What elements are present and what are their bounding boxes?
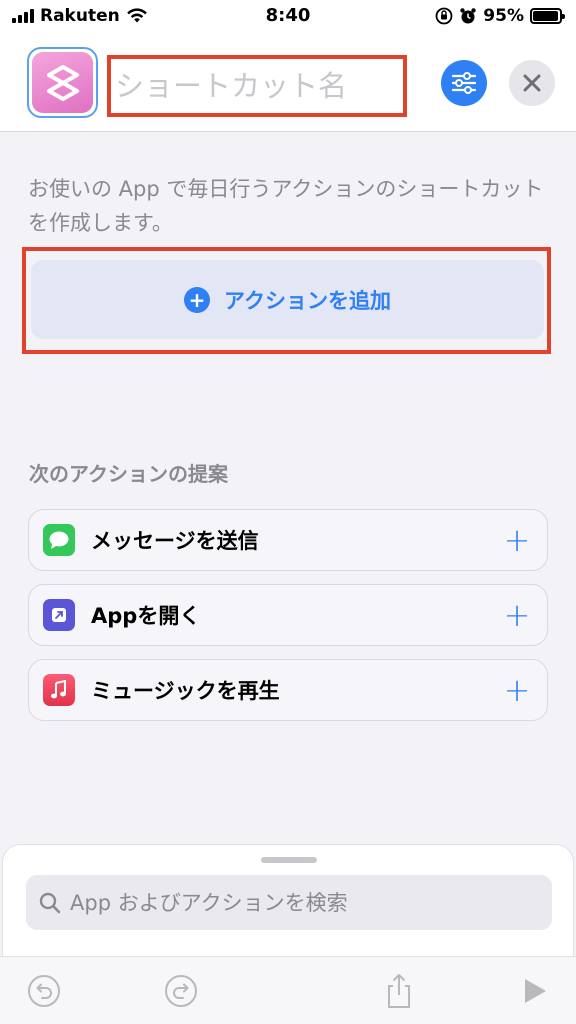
suggestion-play-music[interactable]: ミュージックを再生 + [28, 659, 548, 721]
settings-button[interactable] [441, 60, 487, 106]
action-search-sheet [2, 844, 574, 956]
search-icon [39, 892, 61, 913]
add-action-label: アクションを追加 [224, 288, 391, 313]
add-action-button[interactable]: + アクションを追加 [31, 260, 544, 339]
play-icon [525, 979, 546, 1003]
shortcut-icon-button[interactable] [27, 47, 98, 118]
search-input[interactable] [70, 890, 552, 915]
music-icon [43, 674, 75, 706]
messages-icon [43, 524, 75, 556]
bottom-toolbar [0, 956, 576, 1024]
undo-icon [28, 975, 60, 1007]
sheet-grabber[interactable] [261, 857, 317, 863]
plus-circle-icon: + [184, 286, 211, 313]
add-action-highlight: + アクションを追加 [22, 247, 551, 354]
add-suggestion-button[interactable]: + [497, 674, 537, 706]
shortcut-description: お使いの App で毎日行うアクションのショートカットを作成します。 [28, 177, 544, 235]
battery-percent: 95% [483, 6, 524, 26]
orientation-lock-icon [435, 7, 453, 25]
status-bar: Rakuten 8:40 95% [0, 0, 576, 34]
suggestion-send-message[interactable]: メッセージを送信 + [28, 509, 548, 571]
share-button[interactable] [379, 971, 419, 1011]
alarm-icon [460, 8, 476, 24]
shortcut-name-highlight [107, 55, 407, 117]
add-suggestion-button[interactable]: + [497, 524, 537, 556]
suggestion-label: ミュージックを再生 [91, 679, 280, 703]
shortcut-name-input[interactable] [111, 59, 403, 113]
status-right: 95% [435, 6, 565, 26]
suggestion-label: Appを開く [91, 604, 201, 628]
battery-icon [530, 8, 565, 24]
undo-button[interactable] [24, 971, 64, 1011]
run-button[interactable] [515, 971, 555, 1011]
shortcuts-icon [32, 52, 93, 113]
redo-button[interactable] [161, 971, 201, 1011]
suggestion-open-app[interactable]: Appを開く + [28, 584, 548, 646]
close-icon [523, 74, 541, 92]
shortcut-header [0, 34, 576, 132]
suggestions-title: 次のアクションの提案 [29, 462, 228, 486]
close-button[interactable] [509, 60, 555, 106]
search-field[interactable] [26, 875, 552, 930]
suggestion-label: メッセージを送信 [91, 529, 259, 553]
add-suggestion-button[interactable]: + [497, 599, 537, 631]
share-icon [388, 974, 410, 1008]
sliders-icon [451, 72, 477, 94]
redo-icon [165, 975, 197, 1007]
open-app-icon [43, 599, 75, 631]
